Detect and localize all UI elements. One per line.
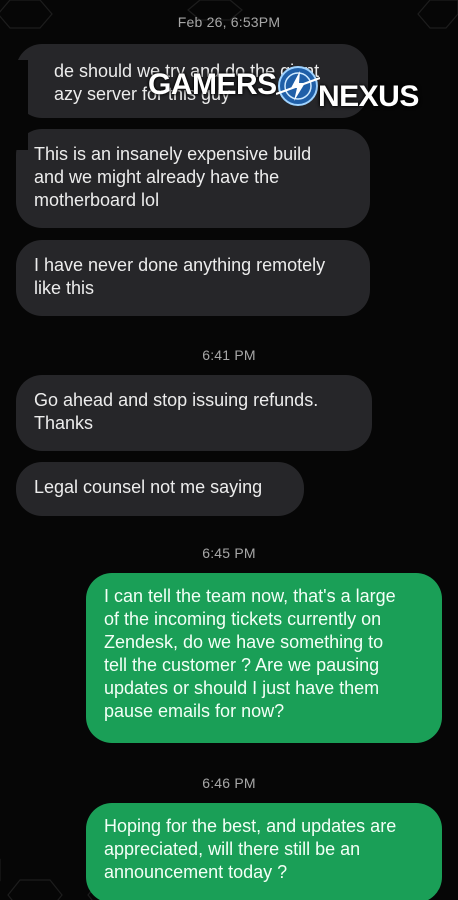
logo-text-right: NEXUS — [318, 80, 419, 113]
gamers-nexus-watermark: GAMERS NEXUS — [148, 62, 428, 118]
thread-timestamp: 6:45 PM — [202, 545, 256, 561]
message-thread: Feb 26, 6:53PM de should we try and do t… — [0, 0, 458, 900]
thread-timestamp: Feb 26, 6:53PM — [177, 14, 281, 30]
outgoing-message[interactable]: I can tell the team now, that's a large … — [86, 573, 442, 743]
message-text: I have never done anything remotely like… — [34, 255, 326, 298]
thread-timestamp: 6:41 PM — [202, 347, 256, 363]
message-text: Legal counsel not me saying — [34, 477, 263, 497]
message-text: I can tell the team now, that's a large … — [104, 586, 396, 721]
nexus-emblem-icon — [276, 66, 320, 106]
thread-timestamp: 6:46 PM — [202, 775, 256, 791]
message-text: Go ahead and stop issuing refunds. Thank… — [34, 390, 319, 433]
outgoing-message[interactable]: Hoping for the best, and updates are app… — [86, 803, 442, 900]
incoming-message[interactable]: Go ahead and stop issuing refunds. Thank… — [16, 375, 372, 451]
message-text: Hoping for the best, and updates are app… — [104, 816, 397, 882]
message-text: This is an insanely expensive build and … — [34, 144, 312, 210]
incoming-message[interactable]: This is an insanely expensive build and … — [16, 129, 370, 228]
cropped-edge — [0, 60, 28, 150]
incoming-message[interactable]: I have never done anything remotely like… — [16, 240, 370, 316]
logo-text-left: GAMERS — [148, 68, 277, 101]
incoming-message[interactable]: Legal counsel not me saying — [16, 462, 304, 516]
